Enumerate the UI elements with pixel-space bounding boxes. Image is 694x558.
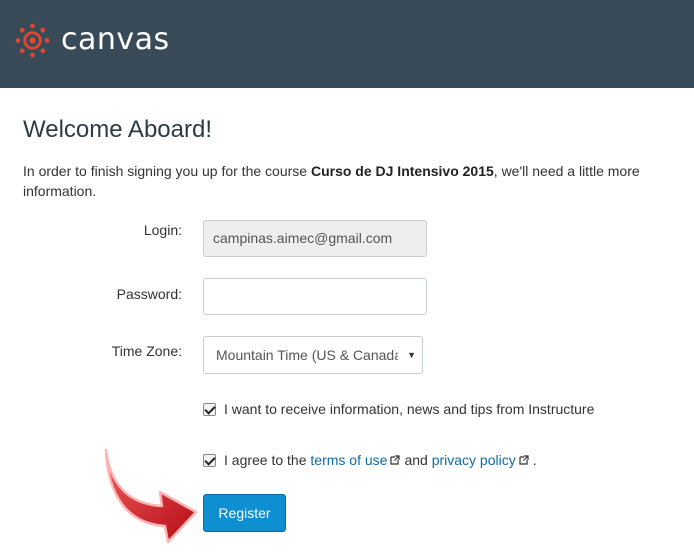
timezone-label: Time Zone: [111, 343, 182, 359]
chevron-down-icon: ▼ [407, 350, 416, 360]
timezone-value: Mountain Time (US & Canada) [216, 347, 398, 363]
password-field[interactable] [203, 278, 427, 315]
terms-prefix: I agree to the [224, 452, 307, 468]
course-name: Curso de DJ Intensivo 2015 [310, 163, 494, 179]
login-label: Login: [143, 222, 182, 238]
terms-suffix: . [532, 452, 537, 468]
external-link-icon [519, 455, 529, 465]
canvas-logo-icon[interactable] [15, 23, 50, 58]
page-title: Welcome Aboard! [23, 116, 212, 143]
red-arrow-icon [104, 448, 198, 544]
password-label: Password: [116, 286, 182, 302]
intro-text: In order to finish signing you up for th… [23, 161, 673, 201]
privacy-policy-link[interactable]: privacy policy [432, 452, 516, 468]
timezone-select[interactable]: Mountain Time (US & Canada) ▼ [203, 336, 423, 374]
intro-before: In order to finish signing you up for th… [23, 163, 311, 179]
terms-checkbox[interactable] [203, 453, 216, 467]
register-button[interactable]: Register [203, 494, 286, 532]
terms-of-use-link[interactable]: terms of use [310, 452, 387, 468]
brand-name[interactable]: canvas [61, 22, 170, 57]
terms-and: and [404, 452, 428, 468]
terms-row: I agree to the terms of use and privacy … [203, 452, 537, 468]
newsletter-label[interactable]: I want to receive information, news and … [224, 401, 594, 417]
app-header: canvas [0, 0, 694, 88]
newsletter-row: I want to receive information, news and … [203, 401, 594, 417]
external-link-icon [390, 455, 401, 465]
newsletter-checkbox[interactable] [203, 402, 216, 416]
login-field: campinas.aimec@gmail.com [203, 220, 427, 257]
